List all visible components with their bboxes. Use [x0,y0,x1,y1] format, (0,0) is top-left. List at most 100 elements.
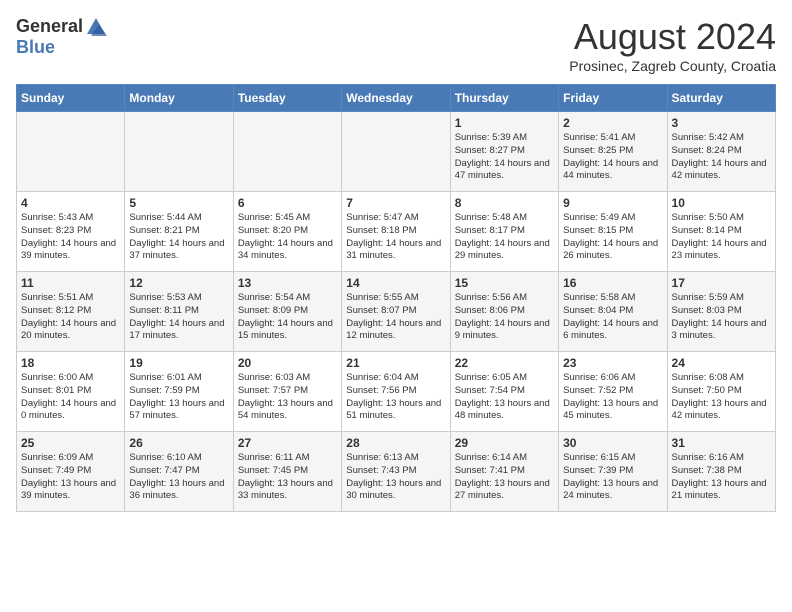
calendar-week-row: 11Sunrise: 5:51 AM Sunset: 8:12 PM Dayli… [17,272,776,352]
cell-content: Sunrise: 5:49 AM Sunset: 8:15 PM Dayligh… [563,212,662,263]
calendar-cell: 23 Sunrise: 6:06 AM Sunset: 7:52 PM Dayli… [559,352,667,432]
calendar-cell: 29 Sunrise: 6:14 AM Sunset: 7:41 PM Dayli… [450,432,558,512]
calendar-week-row: 18Sunrise: 6:00 AM Sunset: 8:01 PM Dayli… [17,352,776,432]
cell-content: Sunrise: 5:51 AM Sunset: 8:12 PM Dayligh… [21,292,120,343]
cell-content: Sunrise: 6:06 AM Sunset: 7:52 PM Dayligh… [563,372,662,423]
header-cell-friday: Friday [559,85,667,112]
header: General Blue August 2024 Prosinec, Zagre… [16,16,776,74]
cell-content: Sunrise: 6:14 AM Sunset: 7:41 PM Dayligh… [455,452,554,503]
calendar-cell [17,112,125,192]
day-number: 26 [129,436,228,450]
day-number: 28 [346,436,445,450]
day-number: 4 [21,196,120,210]
calendar-cell: 16 Sunrise: 5:58 AM Sunset: 8:04 PM Dayli… [559,272,667,352]
calendar-cell: 9 Sunrise: 5:49 AM Sunset: 8:15 PM Daylig… [559,192,667,272]
logo-blue: Blue [16,37,55,57]
calendar-week-row: 1 Sunrise: 5:39 AM Sunset: 8:27 PM Daylig… [17,112,776,192]
cell-content: Sunrise: 6:15 AM Sunset: 7:39 PM Dayligh… [563,452,662,503]
day-number: 20 [238,356,337,370]
calendar-header-row: SundayMondayTuesdayWednesdayThursdayFrid… [17,85,776,112]
calendar-cell: 22 Sunrise: 6:05 AM Sunset: 7:54 PM Dayli… [450,352,558,432]
calendar-cell: 13 Sunrise: 5:54 AM Sunset: 8:09 PM Dayli… [233,272,341,352]
cell-content: Sunrise: 5:47 AM Sunset: 8:18 PM Dayligh… [346,212,445,263]
calendar-cell: 26 Sunrise: 6:10 AM Sunset: 7:47 PM Dayli… [125,432,233,512]
day-number: 21 [346,356,445,370]
cell-content: Sunrise: 5:45 AM Sunset: 8:20 PM Dayligh… [238,212,337,263]
calendar-cell [125,112,233,192]
calendar-week-row: 4Sunrise: 5:43 AM Sunset: 8:23 PM Daylig… [17,192,776,272]
cell-content: Sunrise: 6:10 AM Sunset: 7:47 PM Dayligh… [129,452,228,503]
cell-content: Sunrise: 5:41 AM Sunset: 8:25 PM Dayligh… [563,132,662,183]
day-number: 14 [346,276,445,290]
calendar-cell: 2 Sunrise: 5:41 AM Sunset: 8:25 PM Daylig… [559,112,667,192]
calendar-cell: 7 Sunrise: 5:47 AM Sunset: 8:18 PM Daylig… [342,192,450,272]
cell-content: Sunrise: 6:05 AM Sunset: 7:54 PM Dayligh… [455,372,554,423]
cell-content: Sunrise: 5:59 AM Sunset: 8:03 PM Dayligh… [672,292,771,343]
calendar-cell: 17 Sunrise: 5:59 AM Sunset: 8:03 PM Dayli… [667,272,775,352]
calendar-cell [342,112,450,192]
calendar-week-row: 25 Sunrise: 6:09 AM Sunset: 7:49 PM Dayli… [17,432,776,512]
day-number: 24 [672,356,771,370]
calendar-cell: 11Sunrise: 5:51 AM Sunset: 8:12 PM Dayli… [17,272,125,352]
cell-content: Sunrise: 5:48 AM Sunset: 8:17 PM Dayligh… [455,212,554,263]
header-cell-monday: Monday [125,85,233,112]
day-number: 23 [563,356,662,370]
calendar-cell: 30 Sunrise: 6:15 AM Sunset: 7:39 PM Dayli… [559,432,667,512]
cell-content: Sunrise: 5:55 AM Sunset: 8:07 PM Dayligh… [346,292,445,343]
logo: General Blue [16,16,109,58]
subtitle: Prosinec, Zagreb County, Croatia [569,58,776,74]
header-cell-tuesday: Tuesday [233,85,341,112]
calendar-cell: 31Sunrise: 6:16 AM Sunset: 7:38 PM Dayli… [667,432,775,512]
cell-content: Sunrise: 5:39 AM Sunset: 8:27 PM Dayligh… [455,132,554,183]
cell-content: Sunrise: 5:58 AM Sunset: 8:04 PM Dayligh… [563,292,662,343]
calendar-cell: 10 Sunrise: 5:50 AM Sunset: 8:14 PM Dayli… [667,192,775,272]
day-number: 16 [563,276,662,290]
calendar-cell: 18Sunrise: 6:00 AM Sunset: 8:01 PM Dayli… [17,352,125,432]
day-number: 30 [563,436,662,450]
cell-content: Sunrise: 5:56 AM Sunset: 8:06 PM Dayligh… [455,292,554,343]
day-number: 8 [455,196,554,210]
month-title: August 2024 [569,16,776,58]
header-cell-wednesday: Wednesday [342,85,450,112]
header-cell-sunday: Sunday [17,85,125,112]
day-number: 1 [455,116,554,130]
cell-content: Sunrise: 5:54 AM Sunset: 8:09 PM Dayligh… [238,292,337,343]
cell-content: Sunrise: 6:09 AM Sunset: 7:49 PM Dayligh… [21,452,120,503]
day-number: 7 [346,196,445,210]
calendar-cell: 3 Sunrise: 5:42 AM Sunset: 8:24 PM Daylig… [667,112,775,192]
calendar-cell: 27 Sunrise: 6:11 AM Sunset: 7:45 PM Dayli… [233,432,341,512]
day-number: 19 [129,356,228,370]
cell-content: Sunrise: 6:11 AM Sunset: 7:45 PM Dayligh… [238,452,337,503]
day-number: 5 [129,196,228,210]
logo-icon [85,16,107,38]
day-number: 29 [455,436,554,450]
calendar-cell: 28Sunrise: 6:13 AM Sunset: 7:43 PM Dayli… [342,432,450,512]
day-number: 22 [455,356,554,370]
day-number: 25 [21,436,120,450]
calendar-body: 1 Sunrise: 5:39 AM Sunset: 8:27 PM Daylig… [17,112,776,512]
calendar-cell: 8 Sunrise: 5:48 AM Sunset: 8:17 PM Daylig… [450,192,558,272]
day-number: 10 [672,196,771,210]
cell-content: Sunrise: 5:50 AM Sunset: 8:14 PM Dayligh… [672,212,771,263]
cell-content: Sunrise: 5:42 AM Sunset: 8:24 PM Dayligh… [672,132,771,183]
calendar-table: SundayMondayTuesdayWednesdayThursdayFrid… [16,84,776,512]
day-number: 17 [672,276,771,290]
calendar-cell: 20Sunrise: 6:03 AM Sunset: 7:57 PM Dayli… [233,352,341,432]
calendar-cell: 1 Sunrise: 5:39 AM Sunset: 8:27 PM Daylig… [450,112,558,192]
calendar-cell: 14 Sunrise: 5:55 AM Sunset: 8:07 PM Dayli… [342,272,450,352]
day-number: 27 [238,436,337,450]
day-number: 2 [563,116,662,130]
day-number: 3 [672,116,771,130]
cell-content: Sunrise: 6:04 AM Sunset: 7:56 PM Dayligh… [346,372,445,423]
header-cell-thursday: Thursday [450,85,558,112]
calendar-cell: 25 Sunrise: 6:09 AM Sunset: 7:49 PM Dayli… [17,432,125,512]
day-number: 13 [238,276,337,290]
day-number: 9 [563,196,662,210]
cell-content: Sunrise: 6:08 AM Sunset: 7:50 PM Dayligh… [672,372,771,423]
cell-content: Sunrise: 6:16 AM Sunset: 7:38 PM Dayligh… [672,452,771,503]
day-number: 6 [238,196,337,210]
title-area: August 2024 Prosinec, Zagreb County, Cro… [569,16,776,74]
calendar-cell: 5Sunrise: 5:44 AM Sunset: 8:21 PM Daylig… [125,192,233,272]
calendar-cell [233,112,341,192]
cell-content: Sunrise: 5:53 AM Sunset: 8:11 PM Dayligh… [129,292,228,343]
